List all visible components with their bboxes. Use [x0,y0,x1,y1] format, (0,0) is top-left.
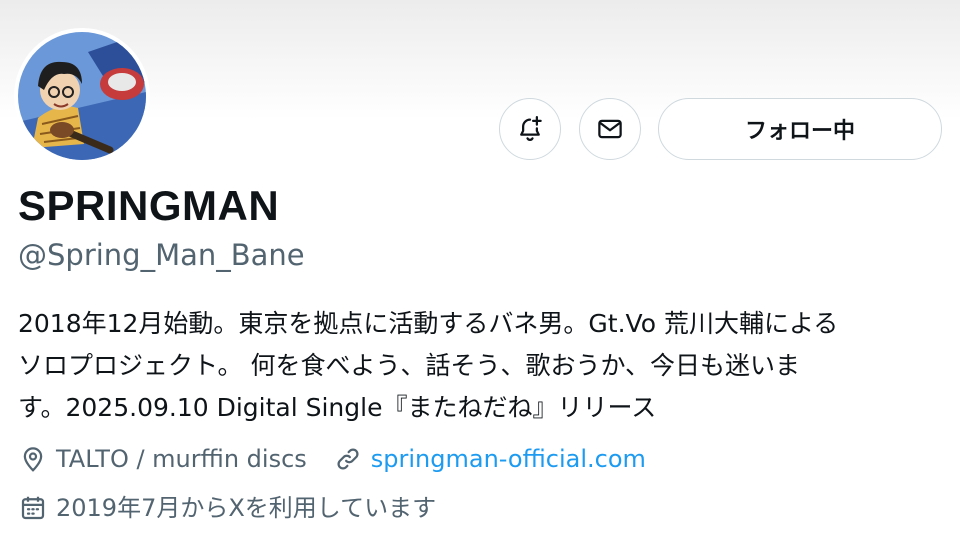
bio-line: 2018年12月始動。東京を拠点に活動するバネ男。Gt.Vo 荒川大輔による [18,309,839,338]
bio-line: ソロプロジェクト。 何を食べよう、話そう、歌おうか、今日も迷いま [18,351,800,380]
join-date: 2019年7月からXを利用しています [56,494,437,522]
website-link-group[interactable]: springman-official.com [333,443,646,475]
bio-line: す。2025.09.10 Digital Single『またねだね』リリース [18,393,657,422]
bell-plus-icon [520,116,542,141]
link-icon [337,448,359,470]
location-pin-icon [23,447,43,472]
profile-meta-row: TALTO / murffin discs springman-official… [18,443,646,475]
envelope-icon [598,119,622,139]
calendar-icon [21,496,45,520]
user-handle: @Spring_Man_Bane [18,238,305,272]
profile-bio: 2018年12月始動。東京を拠点に活動するバネ男。Gt.Vo 荒川大輔による ソ… [18,303,948,429]
avatar[interactable] [14,28,150,164]
message-button[interactable] [579,98,641,160]
website-link[interactable]: springman-official.com [371,443,646,475]
avatar-illustration [18,32,146,160]
profile-joined-row: 2019年7月からXを利用しています [18,492,436,524]
profile-location: TALTO / murffin discs [56,445,307,473]
following-button[interactable]: フォロー中 [658,98,942,160]
display-name: SPRINGMAN [18,182,280,229]
notify-button[interactable] [499,98,561,160]
